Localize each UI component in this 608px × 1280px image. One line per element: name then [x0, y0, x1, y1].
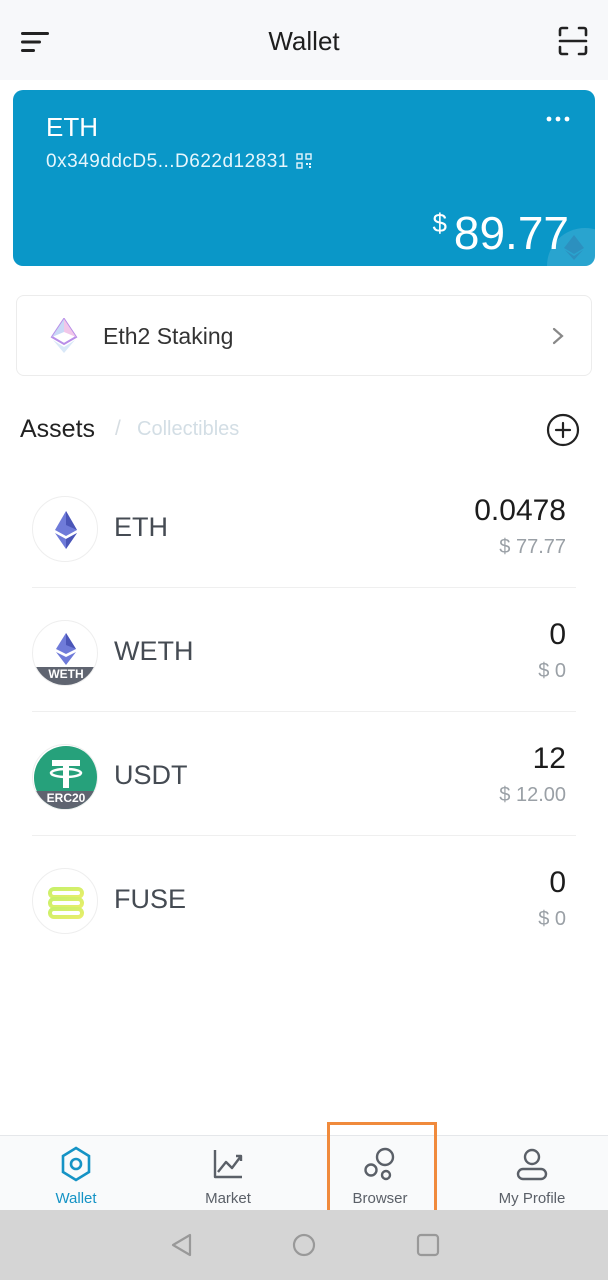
usdt-badge-text: ERC20	[47, 791, 86, 805]
eth-watermark-icon	[564, 235, 584, 260]
bottom-navigation: Wallet Market Browser My Profile	[0, 1135, 608, 1210]
asset-symbol: USDT	[114, 760, 188, 790]
usdt-icon: ERC20	[32, 744, 98, 810]
tab-separator: /	[115, 417, 121, 440]
asset-fiat-value: $ 0	[538, 660, 566, 682]
recents-square-icon[interactable]	[414, 1231, 442, 1259]
profile-person-icon	[516, 1148, 548, 1181]
home-circle-icon[interactable]	[290, 1231, 318, 1259]
asset-row-weth[interactable]: WETH WETH 0 $ 0	[32, 588, 576, 712]
asset-tabs: Assets / Collectibles	[20, 413, 580, 449]
asset-row-eth[interactable]: ETH 0.0478 $ 77.77	[32, 464, 576, 588]
top-bar: Wallet	[0, 0, 608, 80]
asset-amount: 0.0478	[474, 494, 566, 527]
asset-symbol: FUSE	[114, 884, 187, 914]
qr-code-icon[interactable]	[296, 153, 312, 169]
scan-qr-icon[interactable]	[556, 24, 590, 58]
asset-fiat-value: $ 0	[538, 908, 566, 930]
tab-collectibles[interactable]: Collectibles	[137, 418, 239, 441]
nav-label: Wallet	[55, 1190, 97, 1207]
asset-amount: 0	[549, 866, 566, 899]
add-asset-icon[interactable]	[546, 413, 580, 447]
weth-icon: WETH	[32, 620, 98, 686]
currency-symbol: $	[432, 208, 447, 238]
eth2-staking-icon	[50, 318, 78, 353]
nav-market[interactable]: Market	[152, 1136, 304, 1211]
chevron-right-icon	[552, 327, 564, 345]
asset-fiat-value: $ 77.77	[499, 536, 566, 558]
market-chart-icon	[213, 1150, 243, 1179]
browser-highlight-box	[327, 1122, 437, 1224]
wallet-balance-card[interactable]: ETH 0x349ddcD5...D622d12831 $ 89.77	[13, 90, 595, 266]
nav-label: Market	[205, 1190, 251, 1207]
eth2-staking-entry[interactable]: Eth2 Staking	[16, 295, 592, 376]
page-title: Wallet	[268, 26, 340, 56]
card-coin-name: ETH	[46, 112, 98, 142]
asset-row-fuse[interactable]: FUSE 0 $ 0	[32, 836, 576, 960]
staking-label: Eth2 Staking	[103, 323, 234, 349]
nav-label: My Profile	[498, 1190, 566, 1207]
asset-amount: 12	[532, 742, 566, 775]
eth-icon	[32, 496, 98, 562]
weth-badge-text: WETH	[48, 667, 83, 681]
system-navigation-bar	[0, 1210, 608, 1280]
more-options-icon[interactable]	[545, 114, 571, 124]
fuse-icon	[32, 868, 98, 934]
asset-fiat-value: $ 12.00	[499, 784, 566, 806]
tab-assets[interactable]: Assets	[20, 415, 95, 444]
nav-my-profile[interactable]: My Profile	[456, 1136, 608, 1211]
nav-wallet[interactable]: Wallet	[0, 1136, 152, 1211]
back-triangle-icon[interactable]	[168, 1231, 196, 1259]
wallet-nav-icon	[61, 1146, 91, 1182]
asset-symbol: WETH	[114, 636, 194, 666]
asset-row-usdt[interactable]: ERC20 USDT 12 $ 12.00	[32, 712, 576, 836]
asset-amount: 0	[549, 618, 566, 651]
wallet-address[interactable]: 0x349ddcD5...D622d12831	[46, 151, 289, 173]
asset-symbol: ETH	[114, 512, 168, 542]
